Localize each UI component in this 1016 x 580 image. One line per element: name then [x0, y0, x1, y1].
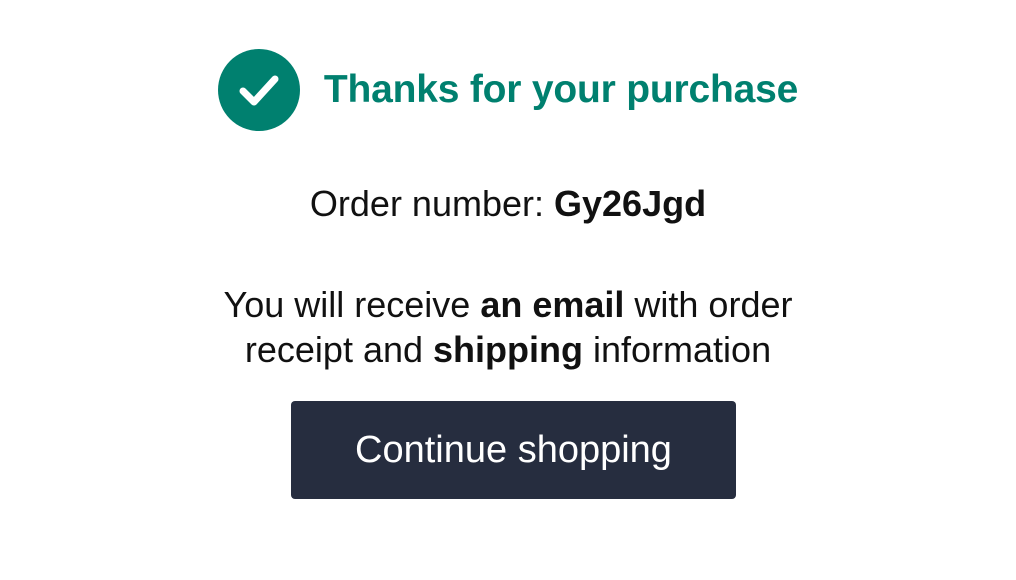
order-number-text: Order number: Gy26Jgd: [0, 181, 1016, 226]
message-emphasis-email: an email: [480, 284, 625, 325]
confirmation-header: Thanks for your purchase: [0, 44, 1016, 135]
message-line-1: You will receive an email with order: [0, 282, 1016, 327]
order-number-label: Order number:: [309, 183, 554, 224]
message-text: You will receive: [223, 284, 481, 325]
check-circle-icon: [217, 48, 300, 131]
purchase-confirmation-page: Thanks for your purchase Order number: G…: [0, 0, 1016, 580]
message-text: receipt and: [244, 329, 434, 370]
page-title: Thanks for your purchase: [323, 68, 799, 112]
continue-shopping-button[interactable]: Continue shopping: [291, 401, 736, 499]
message-emphasis-shipping: shipping: [433, 329, 583, 370]
message-text: information: [583, 329, 772, 370]
message-text: with order: [624, 284, 793, 325]
order-number-value: Gy26Jgd: [554, 183, 707, 224]
email-receipt-message: You will receive an email with order rec…: [0, 282, 1016, 372]
message-line-2: receipt and shipping information: [0, 327, 1016, 372]
